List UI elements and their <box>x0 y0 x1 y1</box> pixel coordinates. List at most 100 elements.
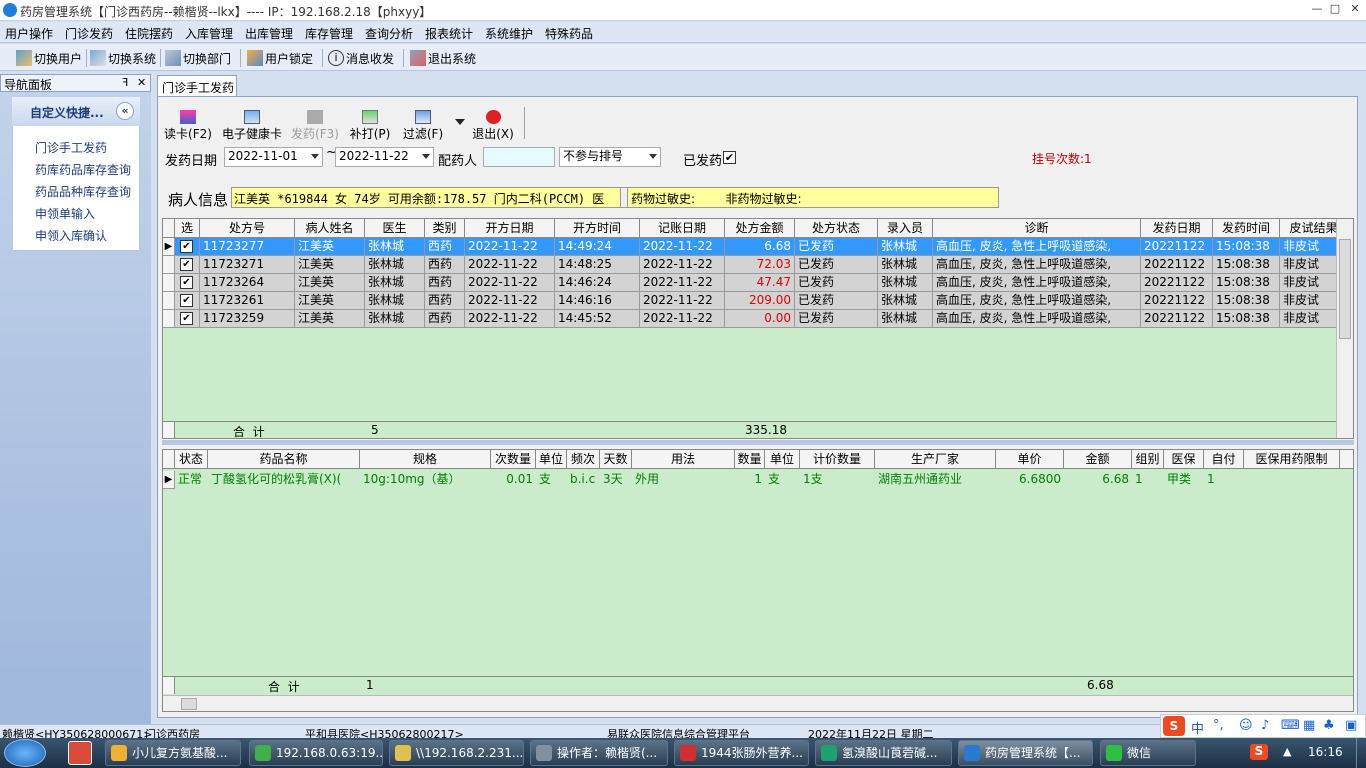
minimize-button[interactable]: — <box>1308 1 1326 17</box>
column-header[interactable]: 处方金额 <box>725 219 795 238</box>
read-card-button[interactable]: 读卡(F2) <box>163 110 213 141</box>
maximize-button[interactable]: □ <box>1326 1 1344 17</box>
column-header[interactable]: 发药时间 <box>1213 219 1280 238</box>
dispenser-input[interactable] <box>483 147 555 167</box>
pin-icon[interactable]: ꟻ <box>122 76 128 89</box>
nav-item-requisition-input[interactable]: 申领单输入 <box>35 205 95 222</box>
exit-system-button[interactable]: 退出系统 <box>410 49 476 67</box>
skin-icon[interactable]: ▦ <box>1303 718 1315 733</box>
shirt-icon[interactable]: ♣ <box>1323 718 1335 733</box>
tools-icon[interactable]: ▣ <box>1345 718 1357 733</box>
table-row[interactable]: ✔ 11723259 江美英 张林城 西药 2022-11-22 14:45:52 2022-… <box>163 310 1348 328</box>
clock[interactable]: 16:16 <box>1308 745 1343 759</box>
scroll-thumb[interactable] <box>1339 239 1351 339</box>
switch-user-button[interactable]: 切换用户 <box>16 49 82 67</box>
menu-inpatient[interactable]: 住院摆药 <box>125 25 173 42</box>
messages-button[interactable]: i 消息收发 <box>328 49 394 67</box>
row-indicator[interactable] <box>163 256 175 274</box>
column-header[interactable]: 自付 <box>1204 450 1244 469</box>
column-header[interactable]: 发药日期 <box>1141 219 1213 238</box>
menu-special-drugs[interactable]: 特殊药品 <box>545 25 593 42</box>
menu-inventory[interactable]: 库存管理 <box>305 25 353 42</box>
row-indicator[interactable] <box>163 310 175 328</box>
dispensed-checkbox[interactable]: ✔ <box>723 151 736 164</box>
lock-user-button[interactable]: 用户锁定 <box>247 49 313 67</box>
pinned-app-icon[interactable] <box>68 741 92 765</box>
switch-system-button[interactable]: 切换系统 <box>90 49 156 67</box>
exit-button[interactable]: 退出(X) <box>470 110 516 141</box>
drug-row[interactable]: ▶ 正常 丁酸氢化可的松乳膏(X)(10g:10mg（基） 0.01 支 b.i.c 3天外… <box>163 471 1353 489</box>
column-header[interactable]: 诊断 <box>933 219 1141 238</box>
row-checkbox[interactable]: ✔ <box>175 274 200 292</box>
keyboard-icon[interactable]: ⌨ <box>1281 718 1300 733</box>
column-header[interactable]: 状态 <box>175 450 208 469</box>
row-checkbox[interactable]: ✔ <box>175 256 200 274</box>
column-header[interactable]: 录入员 <box>878 219 933 238</box>
start-button[interactable] <box>4 739 46 767</box>
column-header[interactable]: 开方时间 <box>555 219 640 238</box>
column-header[interactable]: 处方状态 <box>795 219 878 238</box>
task-pdf[interactable]: 1944张肠外营养... <box>674 740 809 766</box>
table-row[interactable]: ▶ ✔ 11723277 江美英 张林城 西药 2022-11-22 14:49:24 2022… <box>163 238 1348 256</box>
tray-expand-icon[interactable]: ▲ <box>1283 745 1291 758</box>
column-header[interactable]: 开方日期 <box>465 219 555 238</box>
collapse-icon[interactable]: « <box>116 102 134 120</box>
column-header[interactable]: 单位 <box>765 450 800 469</box>
column-header[interactable]: 计价数量 <box>800 450 875 469</box>
queue-select[interactable]: 不参与排号 <box>559 147 661 167</box>
check-icon[interactable]: ✔ <box>180 258 193 271</box>
menu-system[interactable]: 系统维护 <box>485 25 533 42</box>
column-header[interactable]: 药品名称 <box>208 450 360 469</box>
column-header[interactable]: 金额 <box>1064 450 1132 469</box>
menu-stock-in[interactable]: 入库管理 <box>185 25 233 42</box>
table-row[interactable]: ✔ 11723271 江美英 张林城 西药 2022-11-22 14:48:25 2022-… <box>163 256 1348 274</box>
column-header[interactable]: 类别 <box>425 219 465 238</box>
tab-manual-dispense[interactable]: 门诊手工发药 <box>157 75 237 96</box>
row-checkbox[interactable]: ✔ <box>175 292 200 310</box>
punctuation-icon[interactable]: °, <box>1213 718 1224 733</box>
filter-button[interactable]: 过滤(F) <box>400 110 446 141</box>
menu-query[interactable]: 查询分析 <box>365 25 413 42</box>
task-spreadsheet[interactable]: 氢溴酸山莨菪碱... <box>815 740 952 766</box>
emoji-icon[interactable]: ☺ <box>1239 718 1253 733</box>
drug-hscrollbar[interactable] <box>163 695 1353 711</box>
column-header[interactable]: 频次 <box>567 450 600 469</box>
ime-mode[interactable]: 中 <box>1191 718 1204 737</box>
table-row[interactable]: ✔ 11723261 江美英 张林城 西药 2022-11-22 14:46:16 2022-… <box>163 292 1348 310</box>
nav-item-warehouse-stock[interactable]: 药库药品库存查询 <box>35 161 131 178</box>
nav-item-requisition-confirm[interactable]: 申领入库确认 <box>35 227 107 244</box>
menu-stock-out[interactable]: 出库管理 <box>245 25 293 42</box>
column-header[interactable]: 数量 <box>735 450 765 469</box>
row-indicator[interactable]: ▶ <box>163 238 175 256</box>
voice-icon[interactable]: ♪ <box>1261 718 1269 733</box>
prescription-vscrollbar[interactable] <box>1336 219 1353 438</box>
row-indicator[interactable] <box>163 274 175 292</box>
column-header[interactable]: 组别 <box>1132 450 1164 469</box>
nav-item-manual-dispense[interactable]: 门诊手工发药 <box>35 139 107 156</box>
task-operator[interactable]: 操作者：赖楷贤(... <box>530 740 668 766</box>
filter-dropdown-icon[interactable] <box>455 119 465 125</box>
check-icon[interactable]: ✔ <box>180 294 193 307</box>
column-header[interactable]: 天数 <box>600 450 632 469</box>
column-header[interactable]: 处方号 <box>200 219 295 238</box>
task-pharmacy-app[interactable]: 药房管理系统【... <box>958 740 1093 766</box>
dispense-button[interactable]: 发药(F3) <box>289 110 341 141</box>
hscroll-thumb[interactable] <box>181 698 197 710</box>
column-header[interactable]: 规格 <box>360 450 491 469</box>
date-to-input[interactable]: 2022-11-22 <box>335 147 434 167</box>
column-header[interactable]: 次数量 <box>491 450 536 469</box>
check-icon[interactable]: ✔ <box>180 312 193 325</box>
row-checkbox[interactable]: ✔ <box>175 310 200 328</box>
task-remote-desktop[interactable]: 192.168.0.63:19... <box>249 740 383 766</box>
menu-user-ops[interactable]: 用户操作 <box>5 25 53 42</box>
sogou-tray-icon[interactable]: S <box>1250 744 1268 760</box>
check-icon[interactable]: ✔ <box>180 276 193 289</box>
column-header[interactable]: 医保用药限制 <box>1244 450 1340 469</box>
reprint-button[interactable]: 补打(P) <box>347 110 393 141</box>
column-header[interactable]: 病人姓名 <box>295 219 365 238</box>
column-header[interactable]: 单位 <box>536 450 567 469</box>
menu-outpatient-dispense[interactable]: 门诊发药 <box>65 25 113 42</box>
table-row[interactable]: ✔ 11723264 江美英 张林城 西药 2022-11-22 14:46:24 2022-… <box>163 274 1348 292</box>
switch-dept-button[interactable]: 切换部门 <box>165 49 231 67</box>
health-card-button[interactable]: 电子健康卡 <box>219 110 285 141</box>
